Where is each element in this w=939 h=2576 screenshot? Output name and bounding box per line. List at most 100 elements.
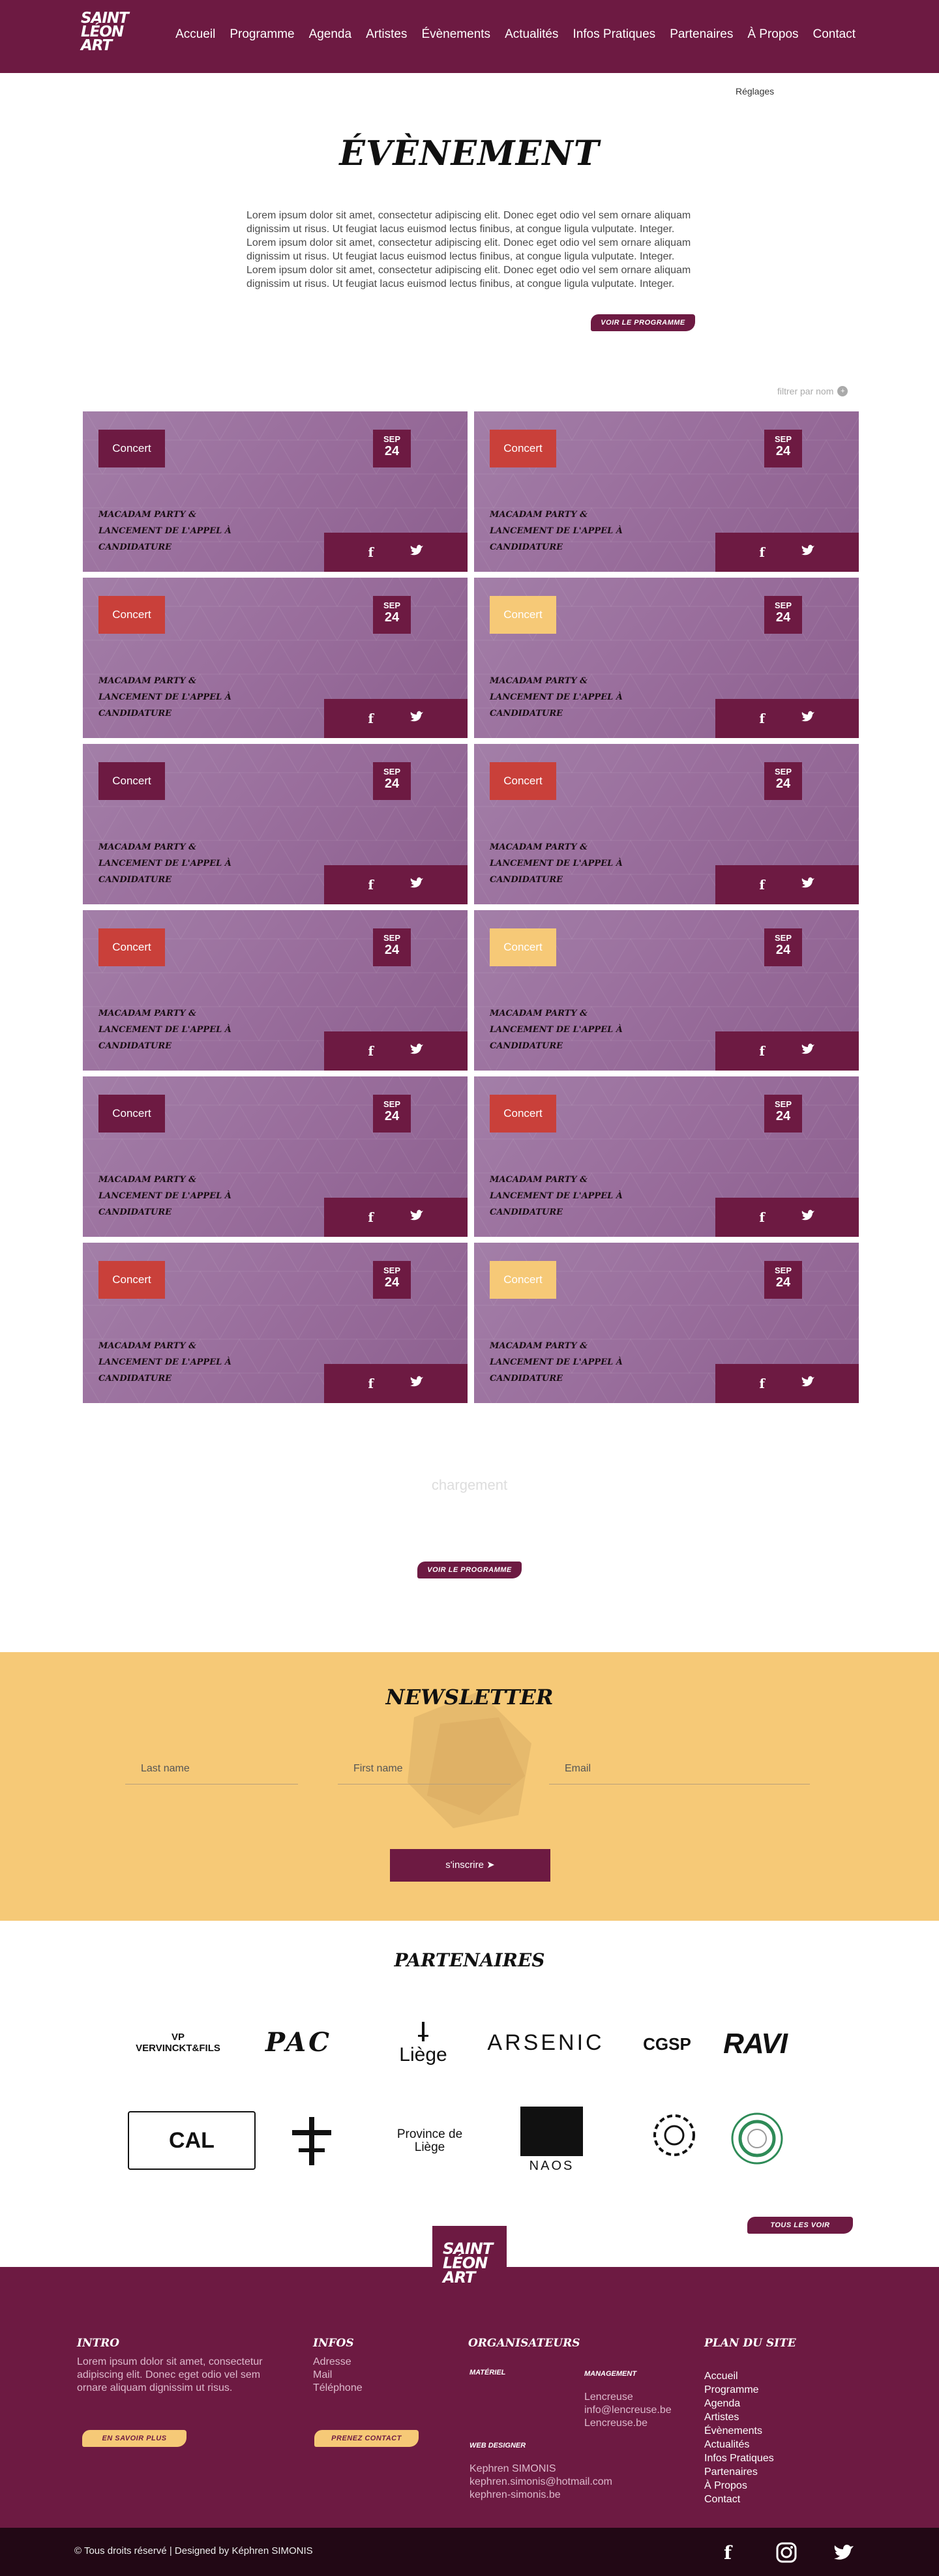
site-logo[interactable]: SAINT LÉON ART — [81, 11, 143, 56]
event-title[interactable]: MACADAM PARTY & LANCEMENT DE L'APPEL À C… — [98, 1172, 248, 1221]
sitemap-item-agenda[interactable]: Agenda — [704, 2397, 740, 2410]
contact-button[interactable]: PRENEZ CONTACT — [314, 2430, 419, 2447]
event-title[interactable]: MACADAM PARTY & LANCEMENT DE L'APPEL À C… — [98, 507, 248, 555]
event-card[interactable]: Concert SEP 24 MACADAM PARTY & LANCEMENT DE… — [474, 910, 859, 1071]
twitter-icon[interactable] — [801, 876, 815, 893]
partner-logo-ravi[interactable]: RAVI — [713, 2028, 797, 2060]
event-title[interactable]: MACADAM PARTY & LANCEMENT DE L'APPEL À C… — [98, 673, 248, 722]
event-card[interactable]: Concert SEP 24 MACADAM PARTY & LANCEMENT DE… — [83, 411, 468, 572]
partner-logo-vervinckt[interactable]: VP VERVINCKT&FILS — [129, 2026, 227, 2059]
event-title[interactable]: MACADAM PARTY & LANCEMENT DE L'APPEL À C… — [490, 1172, 640, 1221]
sitemap-item-a-propos[interactable]: À Propos — [704, 2479, 747, 2493]
nav-item-actualites[interactable]: Actualités — [505, 27, 558, 42]
facebook-icon[interactable]: f — [716, 2541, 739, 2564]
event-card[interactable]: Concert SEP 24 MACADAM PARTY & LANCEMENT DE… — [83, 578, 468, 738]
twitter-icon[interactable] — [410, 1043, 424, 1059]
filter-by-name[interactable]: filtrer par nom + — [777, 386, 848, 396]
nav-item-partenaires[interactable]: Partenaires — [670, 27, 733, 42]
partner-logo-green-circle[interactable] — [728, 2109, 786, 2168]
footer-logo[interactable]: SAINT LÉON ART — [432, 2226, 507, 2300]
partner-logo-spiral[interactable] — [642, 2106, 707, 2171]
more-info-button[interactable]: EN SAVOIR PLUS — [82, 2430, 186, 2447]
nav-item-accueil[interactable]: Accueil — [175, 27, 215, 42]
partner-logo-province-liege[interactable]: Province de Liège — [381, 2118, 479, 2165]
twitter-icon[interactable] — [801, 1375, 815, 1392]
partner-logo-liege[interactable]: Liège — [387, 2015, 459, 2073]
footer-infos-phone[interactable]: Téléphone — [313, 2382, 363, 2395]
event-card[interactable]: Concert SEP 24 MACADAM PARTY & LANCEMENT DE… — [474, 744, 859, 904]
event-category-badge[interactable]: Concert — [490, 1095, 556, 1133]
email-field[interactable]: Email — [549, 1763, 810, 1784]
nav-item-infos-pratiques[interactable]: Infos Pratiques — [573, 27, 655, 42]
footer-infos-mail[interactable]: Mail — [313, 2369, 332, 2382]
facebook-icon[interactable]: f — [368, 877, 374, 893]
last-name-field[interactable]: Last name — [125, 1763, 298, 1784]
nav-item-evenements[interactable]: Évènements — [421, 27, 490, 42]
facebook-icon[interactable]: f — [368, 1376, 374, 1391]
event-card[interactable]: Concert SEP 24 MACADAM PARTY & LANCEMENT DE… — [474, 1243, 859, 1403]
event-title[interactable]: MACADAM PARTY & LANCEMENT DE L'APPEL À C… — [98, 1338, 248, 1387]
twitter-icon[interactable] — [801, 544, 815, 561]
event-title[interactable]: MACADAM PARTY & LANCEMENT DE L'APPEL À C… — [490, 673, 640, 722]
event-category-badge[interactable]: Concert — [98, 596, 165, 634]
nav-item-programme[interactable]: Programme — [230, 27, 294, 42]
facebook-icon[interactable]: f — [759, 877, 765, 893]
facebook-icon[interactable]: f — [368, 544, 374, 560]
event-category-badge[interactable]: Concert — [490, 762, 556, 800]
facebook-icon[interactable]: f — [368, 1043, 374, 1059]
nav-item-agenda[interactable]: Agenda — [309, 27, 352, 42]
nav-item-contact[interactable]: Contact — [813, 27, 856, 42]
twitter-icon[interactable] — [801, 710, 815, 727]
facebook-icon[interactable]: f — [759, 1376, 765, 1391]
sitemap-item-contact[interactable]: Contact — [704, 2493, 740, 2506]
event-card[interactable]: Concert SEP 24 MACADAM PARTY & LANCEMENT DE… — [474, 578, 859, 738]
twitter-icon[interactable] — [410, 876, 424, 893]
partner-logo-arsenic[interactable]: ARSENIC — [471, 2026, 621, 2059]
event-category-badge[interactable]: Concert — [98, 430, 165, 467]
program-button[interactable]: VOIR LE PROGRAMME — [591, 314, 695, 331]
facebook-icon[interactable]: f — [759, 1043, 765, 1059]
first-name-field[interactable]: First name — [338, 1763, 511, 1784]
partner-logo-naos[interactable]: NAOS — [519, 2101, 584, 2179]
facebook-icon[interactable]: f — [759, 711, 765, 726]
event-card[interactable]: Concert SEP 24 MACADAM PARTY & LANCEMENT DE… — [83, 744, 468, 904]
sitemap-item-actualites[interactable]: Actualités — [704, 2438, 749, 2451]
footer-management-site[interactable]: Lencreuse.be — [584, 2417, 648, 2430]
event-card[interactable]: Concert SEP 24 MACADAM PARTY & LANCEMENT DE… — [83, 1243, 468, 1403]
settings-link[interactable]: Réglages — [736, 86, 774, 96]
twitter-icon[interactable] — [410, 544, 424, 561]
event-category-badge[interactable]: Concert — [98, 762, 165, 800]
event-category-badge[interactable]: Concert — [98, 1095, 165, 1133]
nav-item-artistes[interactable]: Artistes — [366, 27, 407, 42]
event-title[interactable]: MACADAM PARTY & LANCEMENT DE L'APPEL À C… — [490, 1005, 640, 1054]
event-card[interactable]: Concert SEP 24 MACADAM PARTY & LANCEMENT DE… — [83, 910, 468, 1071]
twitter-icon[interactable] — [801, 1043, 815, 1059]
sitemap-item-infos-pratiques[interactable]: Infos Pratiques — [704, 2451, 774, 2465]
sitemap-item-accueil[interactable]: Accueil — [704, 2369, 738, 2383]
footer-designer-site[interactable]: kephren-simonis.be — [470, 2489, 561, 2502]
sitemap-item-artistes[interactable]: Artistes — [704, 2410, 739, 2424]
event-title[interactable]: MACADAM PARTY & LANCEMENT DE L'APPEL À C… — [490, 839, 640, 888]
event-card[interactable]: Concert SEP 24 MACADAM PARTY & LANCEMENT DE… — [474, 1076, 859, 1237]
partner-logo-pac[interactable]: PAC — [246, 2024, 351, 2060]
twitter-icon[interactable] — [410, 710, 424, 727]
sitemap-item-partenaires[interactable]: Partenaires — [704, 2465, 758, 2479]
facebook-icon[interactable]: f — [759, 544, 765, 560]
event-category-badge[interactable]: Concert — [98, 928, 165, 966]
partner-logo-saint-leonard[interactable] — [279, 2112, 344, 2171]
event-category-badge[interactable]: Concert — [490, 1261, 556, 1299]
see-all-partners-button[interactable]: TOUS LES VOIR — [747, 2217, 853, 2234]
event-category-badge[interactable]: Concert — [98, 1261, 165, 1299]
program-button-bottom[interactable]: VOIR LE PROGRAMME — [417, 1562, 522, 1578]
partner-logo-cgsp[interactable]: CGSP — [631, 2015, 703, 2073]
twitter-icon[interactable] — [832, 2541, 856, 2564]
facebook-icon[interactable]: f — [368, 1209, 374, 1225]
facebook-icon[interactable]: f — [368, 711, 374, 726]
event-category-badge[interactable]: Concert — [490, 928, 556, 966]
footer-management-email[interactable]: info@lencreuse.be — [584, 2404, 672, 2417]
event-card[interactable]: Concert SEP 24 MACADAM PARTY & LANCEMENT DE… — [474, 411, 859, 572]
twitter-icon[interactable] — [410, 1375, 424, 1392]
footer-designer-email[interactable]: kephren.simonis@hotmail.com — [470, 2476, 612, 2489]
event-category-badge[interactable]: Concert — [490, 596, 556, 634]
twitter-icon[interactable] — [410, 1209, 424, 1226]
